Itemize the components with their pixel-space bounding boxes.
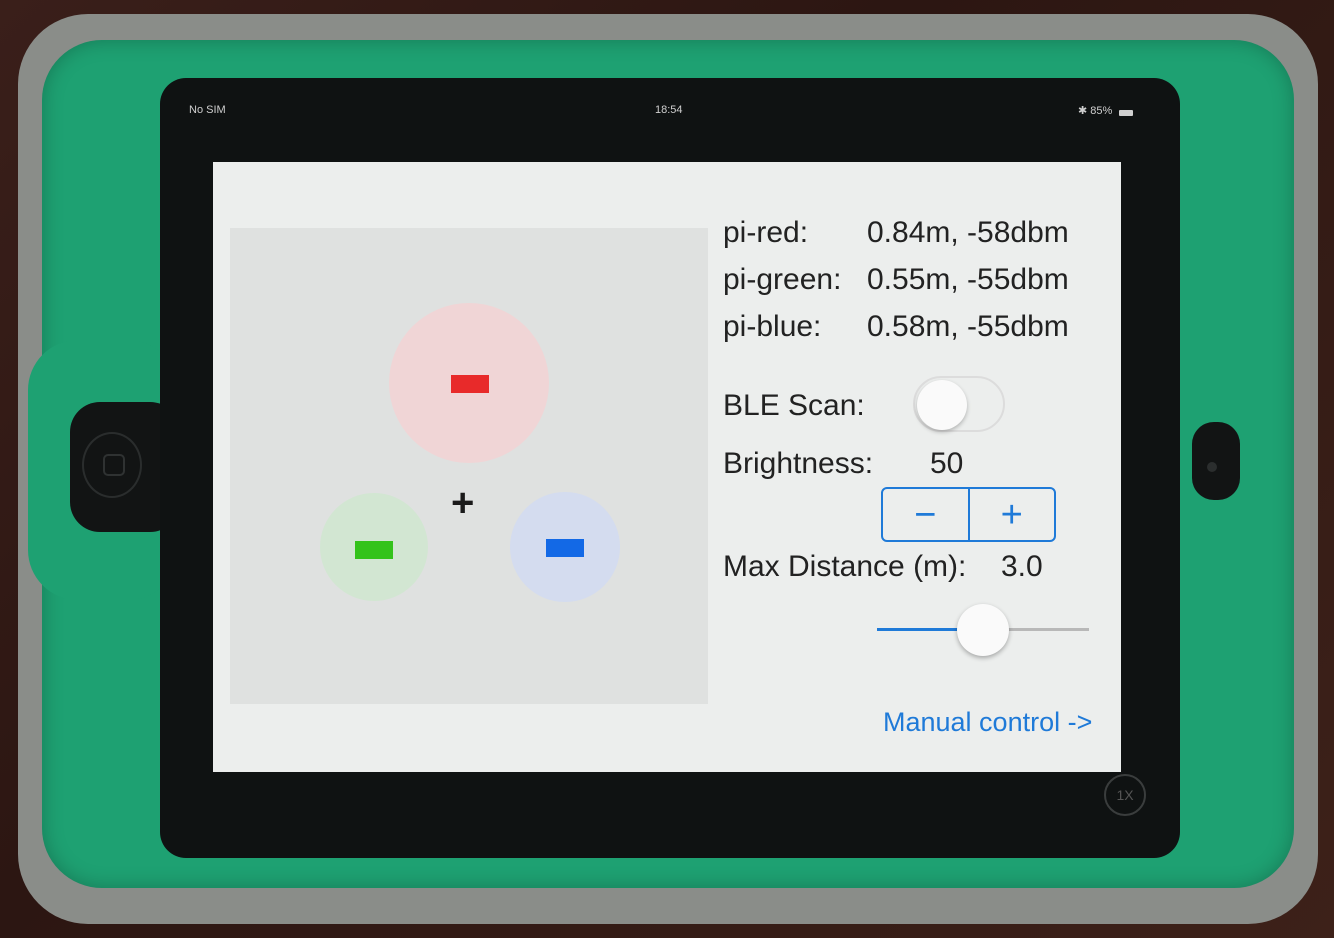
battery-percentage: 85% [1090,105,1113,117]
brightness-label: Brightness: [723,447,874,480]
brightness-stepper: − + [881,487,1056,542]
brightness-decrement-button[interactable]: − [883,489,968,540]
pi-green-value: 0.55m, -55dbm [867,263,1069,296]
home-square-icon [103,454,125,476]
manual-control-link[interactable]: Manual control -> [883,707,1092,738]
bluetooth-icon: ✱ [1078,105,1088,117]
pi-blue-marker [546,539,584,557]
max-distance-slider[interactable] [877,602,1089,658]
ble-scan-toggle-knob [917,380,967,430]
status-battery: ✱ 85% [1078,104,1112,117]
battery-icon [1119,110,1133,116]
status-carrier: No SIM [189,104,226,116]
status-time: 18:54 [655,104,683,116]
max-distance-value: 3.0 [1001,550,1043,583]
pi-green-label: pi-green: [723,263,842,296]
pi-green-marker [355,541,393,559]
camera-icon [1207,462,1217,472]
zoom-1x-button[interactable]: 1X [1104,774,1146,816]
slider-thumb[interactable] [957,604,1009,656]
app-screen: + pi-red: 0.84m, -58dbm pi-green: 0.55m,… [213,162,1121,772]
brightness-value: 50 [930,447,964,480]
max-distance-label: Max Distance (m): [723,550,967,583]
pi-blue-label: pi-blue: [723,310,822,343]
user-position-marker: + [451,481,475,525]
beacon-map-canvas: + [230,228,708,704]
ble-scan-label: BLE Scan: [723,389,865,422]
ble-scan-toggle[interactable] [913,376,1005,432]
pi-red-value: 0.84m, -58dbm [867,216,1069,249]
pi-blue-value: 0.58m, -55dbm [867,310,1069,343]
brightness-increment-button[interactable]: + [970,489,1055,540]
pi-red-marker [451,375,489,393]
pi-red-label: pi-red: [723,216,809,249]
camera-recess [1192,422,1240,500]
